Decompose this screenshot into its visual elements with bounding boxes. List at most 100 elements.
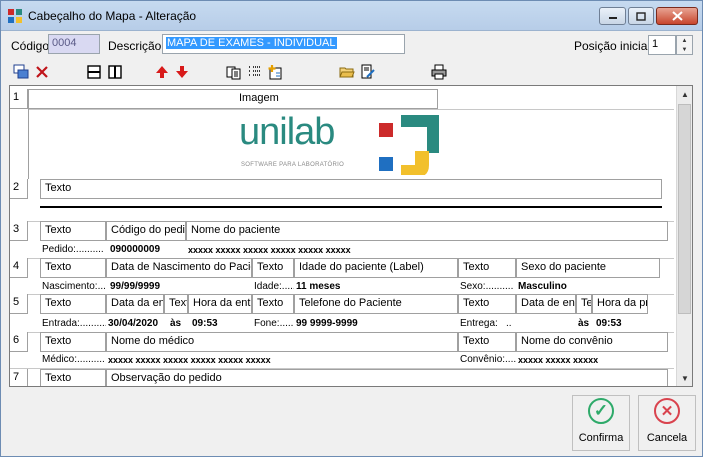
- move-up-button[interactable]: [152, 62, 172, 82]
- entry-label: Entrada:..........: [42, 318, 106, 329]
- move-down-button[interactable]: [172, 62, 192, 82]
- row-number: 7: [10, 369, 28, 386]
- forecast-time-cell[interactable]: Hora da previsão: [592, 294, 648, 314]
- patient-age-cell[interactable]: Idade do paciente (Label): [294, 258, 458, 278]
- text-cell[interactable]: Texto: [40, 179, 662, 199]
- text-cell[interactable]: Texto: [458, 294, 516, 314]
- cancel-button[interactable]: ✕ Cancela: [638, 395, 696, 451]
- scroll-up-icon[interactable]: ▲: [677, 86, 692, 102]
- split-vertical-button[interactable]: [105, 62, 125, 82]
- text-cell[interactable]: Texto: [252, 258, 294, 278]
- list-button[interactable]: [245, 62, 265, 82]
- patient-name-cell[interactable]: Nome do paciente: [186, 221, 668, 241]
- insurance-value: xxxxx xxxxx xxxxx: [518, 355, 599, 365]
- text-cell[interactable]: Texto: [40, 369, 106, 386]
- print-icon: [431, 64, 447, 80]
- insurance-name-cell[interactable]: Nome do convênio: [516, 332, 668, 352]
- code-value: 0004: [52, 37, 77, 49]
- spin-up-icon[interactable]: ▲: [677, 36, 692, 45]
- entry-date-cell[interactable]: Data da entrada: [106, 294, 164, 314]
- close-button[interactable]: [656, 7, 698, 25]
- edit-document-icon: [361, 64, 375, 79]
- text-cell[interactable]: Texto: [40, 332, 106, 352]
- logo-mark-icon: [379, 115, 439, 175]
- text-cell[interactable]: Texto: [40, 258, 106, 278]
- print-button[interactable]: [429, 62, 449, 82]
- entry-time-cell[interactable]: Hora da entrada: [188, 294, 252, 314]
- image-cell-header[interactable]: Imagem: [28, 89, 438, 109]
- entry-time-value: 09:53: [192, 318, 218, 329]
- patient-sex-cell[interactable]: Sexo do paciente: [516, 258, 660, 278]
- logo-text: unilab: [239, 111, 335, 153]
- layout-grid: 1 Imagem unilab SOFTWARE PARA LABORATÓRI…: [9, 85, 693, 387]
- edit-document-button[interactable]: [358, 62, 378, 82]
- start-position-input[interactable]: 1: [648, 35, 676, 55]
- forecast-time-value: 09:53: [596, 318, 622, 329]
- delete-icon: [36, 66, 48, 78]
- phone-value: 99 9999-9999: [296, 318, 358, 329]
- arrow-down-icon: [176, 66, 188, 78]
- toolbar: [9, 61, 689, 83]
- confirm-label: Confirma: [578, 432, 624, 444]
- window-title: Cabeçalho do Mapa - Alteração: [28, 9, 197, 23]
- order-value: 090000009: [110, 244, 161, 255]
- doctor-name-cell[interactable]: Nome do médico: [106, 332, 458, 352]
- delivery-label: Entrega:: [460, 318, 498, 329]
- text-cell[interactable]: Texto: [40, 294, 106, 314]
- doctor-label: Médico:..........: [42, 354, 105, 365]
- text-cell[interactable]: Texto: [164, 294, 188, 314]
- add-field-button[interactable]: [265, 62, 285, 82]
- split-horizontal-button[interactable]: [84, 62, 104, 82]
- scroll-down-icon[interactable]: ▼: [677, 370, 692, 386]
- text-cell[interactable]: Texto: [458, 258, 516, 278]
- close-icon: [671, 11, 683, 21]
- open-button[interactable]: [337, 62, 357, 82]
- vertical-scrollbar[interactable]: ▲ ▼: [676, 86, 692, 386]
- start-position-spinner[interactable]: ▲ ▼: [676, 35, 693, 55]
- title-bar: Cabeçalho do Mapa - Alteração: [1, 1, 702, 31]
- birth-date-cell[interactable]: Data de Nascimento do Paciente: [106, 258, 252, 278]
- row-number: 1: [10, 89, 28, 109]
- row-number: 5: [10, 294, 28, 314]
- scroll-thumb[interactable]: [678, 104, 691, 314]
- arrow-up-icon: [156, 66, 168, 78]
- cancel-icon: ✕: [654, 398, 680, 424]
- copy-button[interactable]: [224, 62, 244, 82]
- text-cell[interactable]: Texto: [252, 294, 294, 314]
- birth-label: Nascimento:.......: [42, 281, 106, 292]
- row-number: 2: [10, 179, 28, 199]
- description-input[interactable]: MAPA DE EXAMES - INDIVIDUAL: [162, 34, 405, 54]
- unilab-logo: unilab SOFTWARE PARA LABORATÓRIO: [239, 111, 449, 177]
- order-code-cell[interactable]: Código do pedido: [106, 221, 186, 241]
- dialog-window: Cabeçalho do Mapa - Alteração Código 000…: [0, 0, 703, 457]
- maximize-button[interactable]: [628, 7, 654, 25]
- description-label: Descrição: [108, 39, 162, 53]
- text-cell[interactable]: Texto: [576, 294, 592, 314]
- age-label: Idade:.........: [254, 281, 294, 292]
- logo-tagline: SOFTWARE PARA LABORATÓRIO: [241, 162, 345, 168]
- start-position-label: Posição inicial: [574, 39, 651, 53]
- text-cell[interactable]: Texto: [458, 332, 516, 352]
- entry-date-value: 30/04/2020: [108, 318, 159, 329]
- image-cell[interactable]: unilab SOFTWARE PARA LABORATÓRIO: [28, 109, 674, 179]
- spin-down-icon[interactable]: ▼: [677, 45, 692, 54]
- split-vertical-icon: [108, 65, 122, 79]
- delivery-date-cell[interactable]: Data de entrega: [516, 294, 576, 314]
- phone-label: Fone:..........: [254, 318, 294, 329]
- maximize-icon: [636, 11, 646, 21]
- minimize-button[interactable]: [599, 7, 626, 25]
- at-label: às: [578, 318, 590, 329]
- order-notes-cell[interactable]: Observação do pedido: [106, 369, 668, 386]
- at-label: às: [170, 318, 182, 329]
- confirm-button[interactable]: ✓ Confirma: [572, 395, 630, 451]
- code-label: Código: [11, 39, 50, 53]
- cancel-label: Cancela: [646, 432, 688, 444]
- text-cell[interactable]: Texto: [40, 221, 106, 241]
- start-position-value: 1: [652, 38, 659, 50]
- code-field[interactable]: 0004: [48, 34, 100, 54]
- grid-content: 1 Imagem unilab SOFTWARE PARA LABORATÓRI…: [10, 86, 676, 386]
- patient-name-value: xxxxx xxxxx xxxxx xxxxx xxxxx xxxxx: [188, 245, 351, 255]
- patient-phone-cell[interactable]: Telefone do Paciente: [294, 294, 458, 314]
- delete-button[interactable]: [32, 62, 52, 82]
- insert-row-button[interactable]: [11, 62, 31, 82]
